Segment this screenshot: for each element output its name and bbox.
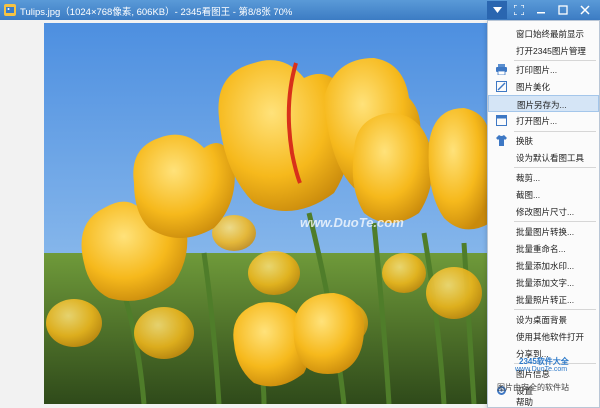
menu-item-open-with[interactable]: 使用其他软件打开: [488, 328, 599, 345]
site-watermark-url: www.DuoTe.com: [515, 366, 568, 373]
fullscreen-icon: [514, 5, 524, 15]
watermark-text: www.DuoTe.com: [300, 215, 404, 230]
menu-item-label: 设为默认看图工具: [516, 153, 585, 163]
menu-item-always-on-top[interactable]: 窗口始终最前显示: [488, 25, 599, 42]
fullscreen-button[interactable]: [509, 1, 529, 19]
menu-item-label: 图片另存为...: [517, 100, 567, 110]
menu-item-label: 打开2345图片管理: [516, 46, 586, 56]
menu-item-label: 窗口始终最前显示: [516, 29, 585, 39]
menu-item-set-default[interactable]: 设为默认看图工具: [488, 149, 599, 166]
minimize-button[interactable]: [531, 1, 551, 19]
menu-separator: [514, 167, 596, 168]
maximize-icon: [558, 5, 568, 15]
menu-item-crop[interactable]: 裁剪...: [488, 169, 599, 186]
tulips-photo: [44, 23, 490, 404]
menu-item-screenshot[interactable]: 截图...: [488, 186, 599, 203]
window-title: Tulips.jpg（1024×768像素, 606KB）- 2345看图王 -…: [20, 7, 293, 18]
menu-item-label: 批量添加文字...: [516, 278, 575, 288]
menu-item-label: 修改图片尺寸...: [516, 207, 575, 217]
menu-item-label: 裁剪...: [516, 173, 541, 183]
menu-item-help[interactable]: 帮助: [488, 393, 599, 408]
skin-shirt-icon: [496, 135, 507, 146]
menu-item-beautify[interactable]: 图片美化: [488, 78, 599, 95]
menu-item-label: 使用其他软件打开: [516, 332, 585, 342]
context-menu: 窗口始终最前显示 打开2345图片管理 打印图片... 图片美化 图片另存为..…: [487, 20, 600, 408]
menu-separator: [514, 221, 596, 222]
menu-dropdown-button[interactable]: [487, 1, 507, 19]
menu-item-batch-rename[interactable]: 批量重命名...: [488, 240, 599, 257]
title-bar: Tulips.jpg（1024×768像素, 606KB）- 2345看图王 -…: [0, 0, 600, 20]
menu-item-save-as[interactable]: 图片另存为...: [488, 95, 599, 112]
minimize-icon: [537, 12, 545, 14]
menu-item-open-manager[interactable]: 打开2345图片管理: [488, 42, 599, 59]
printer-icon: [496, 64, 507, 75]
close-icon: [580, 5, 590, 15]
menu-item-batch-rotate[interactable]: 批量照片转正...: [488, 291, 599, 308]
menu-item-label: 图片美化: [516, 82, 551, 92]
close-button[interactable]: [575, 1, 595, 19]
menu-item-open-image[interactable]: 打开图片...: [488, 112, 599, 129]
menu-item-label: 打印图片...: [516, 65, 558, 75]
maximize-button[interactable]: [553, 1, 573, 19]
menu-item-label: 批量添加水印...: [516, 261, 575, 271]
menu-item-batch-convert[interactable]: 批量图片转换...: [488, 223, 599, 240]
menu-item-resize[interactable]: 修改图片尺寸...: [488, 203, 599, 220]
menu-separator: [514, 309, 596, 310]
menu-item-label: 批量重命名...: [516, 244, 566, 254]
menu-item-label: 设为桌面背景: [516, 315, 568, 325]
menu-item-skin[interactable]: 换肤: [488, 132, 599, 149]
edit-icon: [496, 81, 507, 92]
chevron-down-icon: [492, 7, 502, 13]
menu-item-label: 换肤: [516, 136, 534, 146]
menu-item-set-wallpaper[interactable]: 设为桌面背景: [488, 311, 599, 328]
menu-item-batch-watermark[interactable]: 批量添加水印...: [488, 257, 599, 274]
site-watermark-footer: 图片由安全的软件站: [497, 383, 569, 392]
menu-item-label: 批量照片转正...: [516, 295, 575, 305]
app-logo-icon: [4, 4, 16, 16]
menu-item-label: 批量图片转换...: [516, 227, 575, 237]
menu-item-batch-text[interactable]: 批量添加文字...: [488, 274, 599, 291]
menu-item-label: 帮助: [516, 397, 534, 407]
menu-item-label: 打开图片...: [516, 116, 558, 126]
tulips-image: [44, 23, 490, 404]
open-window-icon: [496, 115, 507, 126]
menu-item-label: 截图...: [516, 190, 541, 200]
menu-item-print[interactable]: 打印图片...: [488, 61, 599, 78]
